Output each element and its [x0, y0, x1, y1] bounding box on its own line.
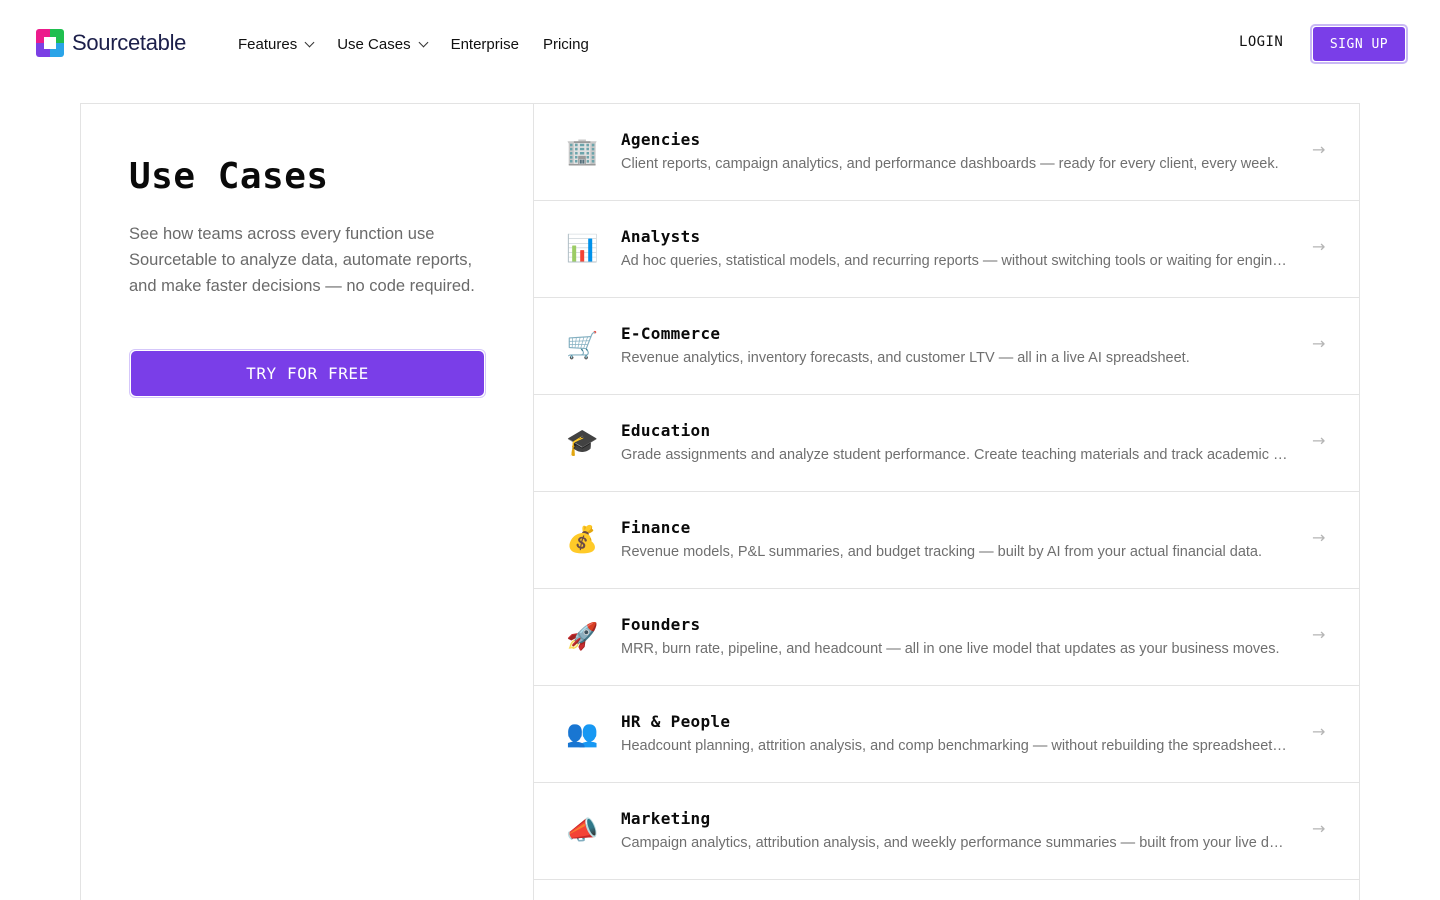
money-bag-icon: 💰 [566, 525, 599, 555]
use-case-description: Grade assignments and analyze student pe… [621, 447, 1289, 463]
arrow-right-icon: → [1312, 528, 1326, 547]
page-description: See how teams across every function use … [129, 225, 475, 295]
use-case-row-founders[interactable]: 🚀 Founders MRR, burn rate, pipeline, and… [534, 589, 1360, 686]
login-link[interactable]: LOGIN [1239, 34, 1283, 50]
use-case-description: Client reports, campaign analytics, and … [621, 156, 1279, 172]
nav-use-cases-label: Use Cases [337, 35, 411, 53]
arrow-right-icon: → [1312, 140, 1326, 159]
arrow-right-icon: → [1312, 625, 1326, 644]
signup-button-outline: SIGN UP [1310, 24, 1408, 64]
nav-features[interactable]: Features [238, 33, 315, 55]
graduation-cap-icon: 🎓 [566, 428, 599, 458]
rocket-icon: 🚀 [566, 622, 599, 652]
shopping-cart-icon: 🛒 [566, 331, 599, 361]
nav-use-cases[interactable]: Use Cases [337, 33, 429, 55]
use-case-title: Agencies [621, 130, 701, 149]
use-case-title: Analysts [621, 227, 701, 246]
use-case-title: Education [621, 421, 711, 440]
arrow-right-icon: → [1312, 722, 1326, 741]
use-case-row-education[interactable]: 🎓 Education Grade assignments and analyz… [534, 395, 1360, 492]
use-case-list: 🏢 Agencies Client reports, campaign anal… [534, 104, 1360, 880]
use-case-row-finance[interactable]: 💰 Finance Revenue models, P&L summaries,… [534, 492, 1360, 589]
office-building-icon: 🏢 [566, 137, 599, 167]
use-case-description: Headcount planning, attrition analysis, … [621, 738, 1289, 754]
main-nav: Features Use Cases Enterprise Pricing [238, 33, 613, 55]
logo[interactable]: Sourcetable [36, 29, 186, 57]
use-case-row-agencies[interactable]: 🏢 Agencies Client reports, campaign anal… [534, 104, 1360, 201]
logo-text: Sourcetable [72, 30, 187, 55]
use-case-title: Finance [621, 518, 691, 537]
arrow-right-icon: → [1312, 334, 1326, 353]
chevron-down-icon [418, 37, 429, 47]
arrow-right-icon: → [1312, 237, 1326, 256]
use-case-row-hr-people[interactable]: 👥 HR & People Headcount planning, attrit… [534, 686, 1360, 783]
arrow-right-icon: → [1312, 431, 1326, 450]
page-title: Use Cases [129, 156, 329, 197]
nav-features-label: Features [238, 35, 298, 53]
use-case-row-analysts[interactable]: 📊 Analysts Ad hoc queries, statistical m… [534, 201, 1360, 298]
logo-mark-icon [36, 29, 64, 57]
use-cases-panel: Use Cases See how teams across every fun… [80, 103, 1360, 900]
nav-enterprise-label: Enterprise [450, 35, 519, 53]
use-case-description: MRR, burn rate, pipeline, and headcount … [621, 641, 1280, 657]
nav-enterprise[interactable]: Enterprise [451, 33, 519, 55]
use-case-row-marketing[interactable]: 📣 Marketing Campaign analytics, attribut… [534, 783, 1360, 880]
use-case-title: Founders [621, 615, 701, 634]
megaphone-icon: 📣 [566, 816, 599, 846]
use-case-title: Marketing [621, 809, 711, 828]
try-for-free-button[interactable]: TRY FOR FREE [131, 351, 484, 396]
use-case-row-ecommerce[interactable]: 🛒 E-Commerce Revenue analytics, inventor… [534, 298, 1360, 395]
use-case-description: Revenue models, P&L summaries, and budge… [621, 544, 1263, 560]
nav-pricing[interactable]: Pricing [543, 33, 589, 55]
intro-column: Use Cases See how teams across every fun… [81, 104, 534, 900]
chevron-down-icon [304, 37, 315, 47]
nav-pricing-label: Pricing [542, 35, 589, 53]
use-case-description: Campaign analytics, attribution analysis… [621, 835, 1289, 851]
people-icon: 👥 [566, 719, 599, 749]
use-case-description: Revenue analytics, inventory forecasts, … [621, 350, 1190, 366]
site-header: Sourcetable Features Use Cases Enterpris… [0, 0, 1440, 88]
signup-button[interactable]: SIGN UP [1313, 27, 1405, 61]
cta-outline: TRY FOR FREE [129, 349, 486, 398]
use-case-title: HR & People [621, 712, 731, 731]
bar-chart-icon: 📊 [566, 234, 599, 264]
use-case-description: Ad hoc queries, statistical models, and … [621, 253, 1289, 269]
arrow-right-icon: → [1312, 819, 1326, 838]
use-case-title: E-Commerce [621, 324, 721, 343]
